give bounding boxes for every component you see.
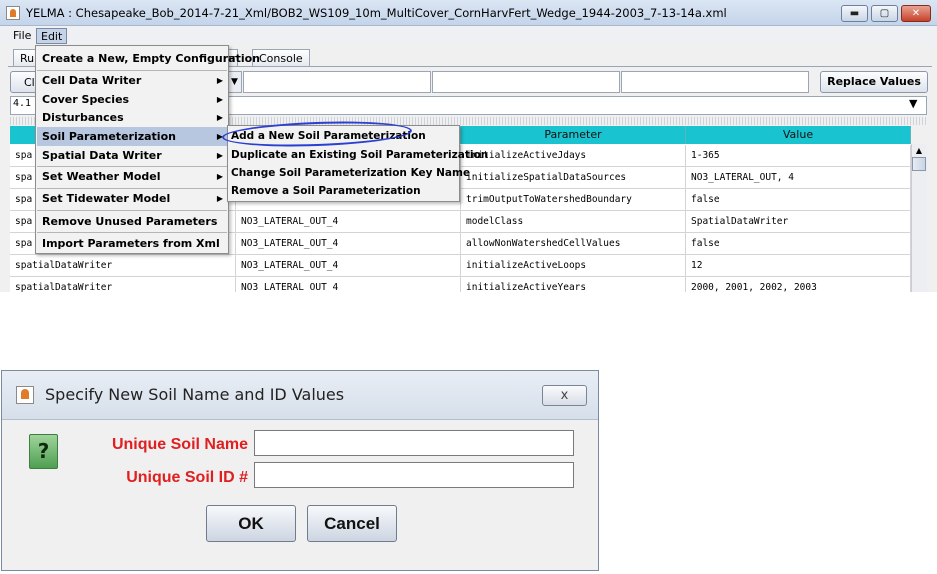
menu-item-label: Spatial Data Writer xyxy=(42,149,162,162)
table-cell: spatialDataWriter xyxy=(10,277,236,292)
table-cell: NO3_LATERAL_OUT_4 xyxy=(236,277,461,292)
menu-item-remove-soil-parameterization[interactable]: Remove a Soil Parameterization xyxy=(229,182,458,200)
table-cell: false xyxy=(686,233,911,255)
close-button[interactable]: ✕ xyxy=(901,5,931,22)
menu-item-label: Duplicate an Existing Soil Parameterizat… xyxy=(231,149,489,161)
cancel-button[interactable]: Cancel xyxy=(307,505,397,542)
filter-field-2[interactable] xyxy=(432,71,620,93)
menu-item-label: Create a New, Empty Configuration xyxy=(42,52,261,65)
table-cell: 1-365 xyxy=(686,145,911,167)
soil-name-field[interactable] xyxy=(254,430,574,456)
combo-dropdown-button[interactable]: ▼ xyxy=(227,71,242,93)
menu-item-label: Import Parameters from Xml xyxy=(42,237,220,250)
clear-button-label: Cl xyxy=(24,76,35,89)
edit-menu-dropdown: Create a New, Empty Configuration Cell D… xyxy=(35,45,260,254)
table-cell: trimOutputToWatershedBoundary xyxy=(461,189,686,211)
main-window: YELMA : Chesapeake_Bob_2014-7-21_Xml/BOB… xyxy=(0,0,937,292)
table-cell: initializeActiveLoops xyxy=(461,255,686,277)
soil-name-label: Unique Soil Name xyxy=(111,436,248,453)
table-cell: false xyxy=(686,189,911,211)
table-cell: modelClass xyxy=(461,211,686,233)
soil-id-field[interactable] xyxy=(254,462,574,488)
soil-id-label: Unique Soil ID # xyxy=(126,469,248,486)
tab-run[interactable]: Ru xyxy=(13,49,37,67)
menu-item-cell-data-writer[interactable]: Cell Data Writer ▶ xyxy=(37,71,227,90)
menu-item-label: Cover Species xyxy=(42,93,130,106)
menu-item-create-configuration[interactable]: Create a New, Empty Configuration xyxy=(37,49,260,68)
table-cell: spatialDataWriter xyxy=(10,255,236,277)
minimize-icon: ▬ xyxy=(849,8,860,19)
table-cell: initializeActiveJdays xyxy=(461,145,686,167)
table-cell: allowNonWatershedCellValues xyxy=(461,233,686,255)
menu-item-soil-parameterization[interactable]: Soil Parameterization ▶ xyxy=(37,127,227,146)
table-cell: initializeSpatialDataSources xyxy=(461,167,686,189)
selector-value: 4.1 xyxy=(13,98,32,109)
scrollbar-thumb[interactable] xyxy=(912,157,926,171)
menu-item-disturbances[interactable]: Disturbances ▶ xyxy=(37,108,227,127)
maximize-button[interactable]: ▢ xyxy=(871,5,898,22)
table-cell: NO3_LATERAL_OUT_4 xyxy=(236,255,461,277)
replace-values-button[interactable]: Replace Values xyxy=(820,71,928,93)
menu-edit[interactable]: Edit xyxy=(36,28,68,44)
menu-item-set-tidewater-model[interactable]: Set Tidewater Model ▶ xyxy=(37,189,227,208)
table-cell: SpatialDataWriter xyxy=(686,211,911,233)
menu-separator xyxy=(37,210,227,211)
menu-item-label: Set Tidewater Model xyxy=(42,192,171,205)
table-cell: 2000, 2001, 2002, 2003 xyxy=(686,277,911,292)
menu-file[interactable]: File xyxy=(9,28,35,44)
tab-console[interactable]: Console xyxy=(252,49,310,67)
table-row[interactable]: spatialDataWriter NO3_LATERAL_OUT_4 init… xyxy=(10,277,911,292)
table-cell: NO3_LATERAL_OUT_4 xyxy=(236,211,461,233)
menu-item-label: Set Weather Model xyxy=(42,170,161,183)
menu-item-label: Remove Unused Parameters xyxy=(42,215,218,228)
dialog-title-bar: Specify New Soil Name and ID Values x xyxy=(2,371,598,420)
column-header-value[interactable]: Value xyxy=(686,126,911,144)
submenu-arrow-icon: ▶ xyxy=(216,113,223,122)
filter-field-3[interactable] xyxy=(621,71,809,93)
ok-button[interactable]: OK xyxy=(206,505,296,542)
scroll-up-icon[interactable]: ▲ xyxy=(912,145,926,157)
table-cell: NO3_LATERAL_OUT, 4 xyxy=(686,167,911,189)
window-title: YELMA : Chesapeake_Bob_2014-7-21_Xml/BOB… xyxy=(26,6,727,20)
filter-field-1[interactable] xyxy=(243,71,431,93)
maximize-icon: ▢ xyxy=(879,8,890,19)
submenu-arrow-icon: ▶ xyxy=(216,194,223,203)
menu-item-import-parameters[interactable]: Import Parameters from Xml xyxy=(37,234,227,253)
menu-item-duplicate-soil-parameterization[interactable]: Duplicate an Existing Soil Parameterizat… xyxy=(229,146,488,164)
chevron-down-icon[interactable]: ▼ xyxy=(909,97,917,110)
table-cell: initializeActiveYears xyxy=(461,277,686,292)
close-icon: ✕ xyxy=(911,8,921,19)
table-row[interactable]: spatialDataWriter NO3_LATERAL_OUT_4 init… xyxy=(10,255,911,277)
java-app-icon xyxy=(6,6,20,20)
new-soil-dialog: Specify New Soil Name and ID Values x ? … xyxy=(1,370,599,571)
java-app-icon xyxy=(16,386,34,404)
minimize-button[interactable]: ▬ xyxy=(841,5,868,22)
menu-item-label: Soil Parameterization xyxy=(42,130,176,143)
menu-item-label: Change Soil Parameterization Key Name xyxy=(231,167,471,179)
menu-item-label: Remove a Soil Parameterization xyxy=(231,185,421,197)
menu-item-label: Cell Data Writer xyxy=(42,74,142,87)
menu-item-set-weather-model[interactable]: Set Weather Model ▶ xyxy=(37,167,227,186)
dialog-title: Specify New Soil Name and ID Values xyxy=(45,385,345,404)
title-bar: YELMA : Chesapeake_Bob_2014-7-21_Xml/BOB… xyxy=(0,0,937,26)
menu-item-label: Disturbances xyxy=(42,111,124,124)
submenu-arrow-icon: ▶ xyxy=(216,151,223,160)
menu-item-remove-unused-parameters[interactable]: Remove Unused Parameters xyxy=(37,212,227,231)
table-cell: 12 xyxy=(686,255,911,277)
submenu-arrow-icon: ▶ xyxy=(216,76,223,85)
submenu-arrow-icon: ▶ xyxy=(216,172,223,181)
column-header-parameter[interactable]: Parameter xyxy=(461,126,686,144)
question-icon: ? xyxy=(29,434,58,469)
menu-bar: File Edit xyxy=(0,26,937,45)
menu-item-spatial-data-writer[interactable]: Spatial Data Writer ▶ xyxy=(37,146,227,165)
menu-item-cover-species[interactable]: Cover Species ▶ xyxy=(37,90,227,109)
close-icon[interactable]: x xyxy=(542,385,587,406)
menu-item-change-soil-key-name[interactable]: Change Soil Parameterization Key Name xyxy=(229,164,470,182)
menu-separator xyxy=(37,232,227,233)
submenu-arrow-icon: ▶ xyxy=(216,95,223,104)
table-cell: NO3_LATERAL_OUT_4 xyxy=(236,233,461,255)
